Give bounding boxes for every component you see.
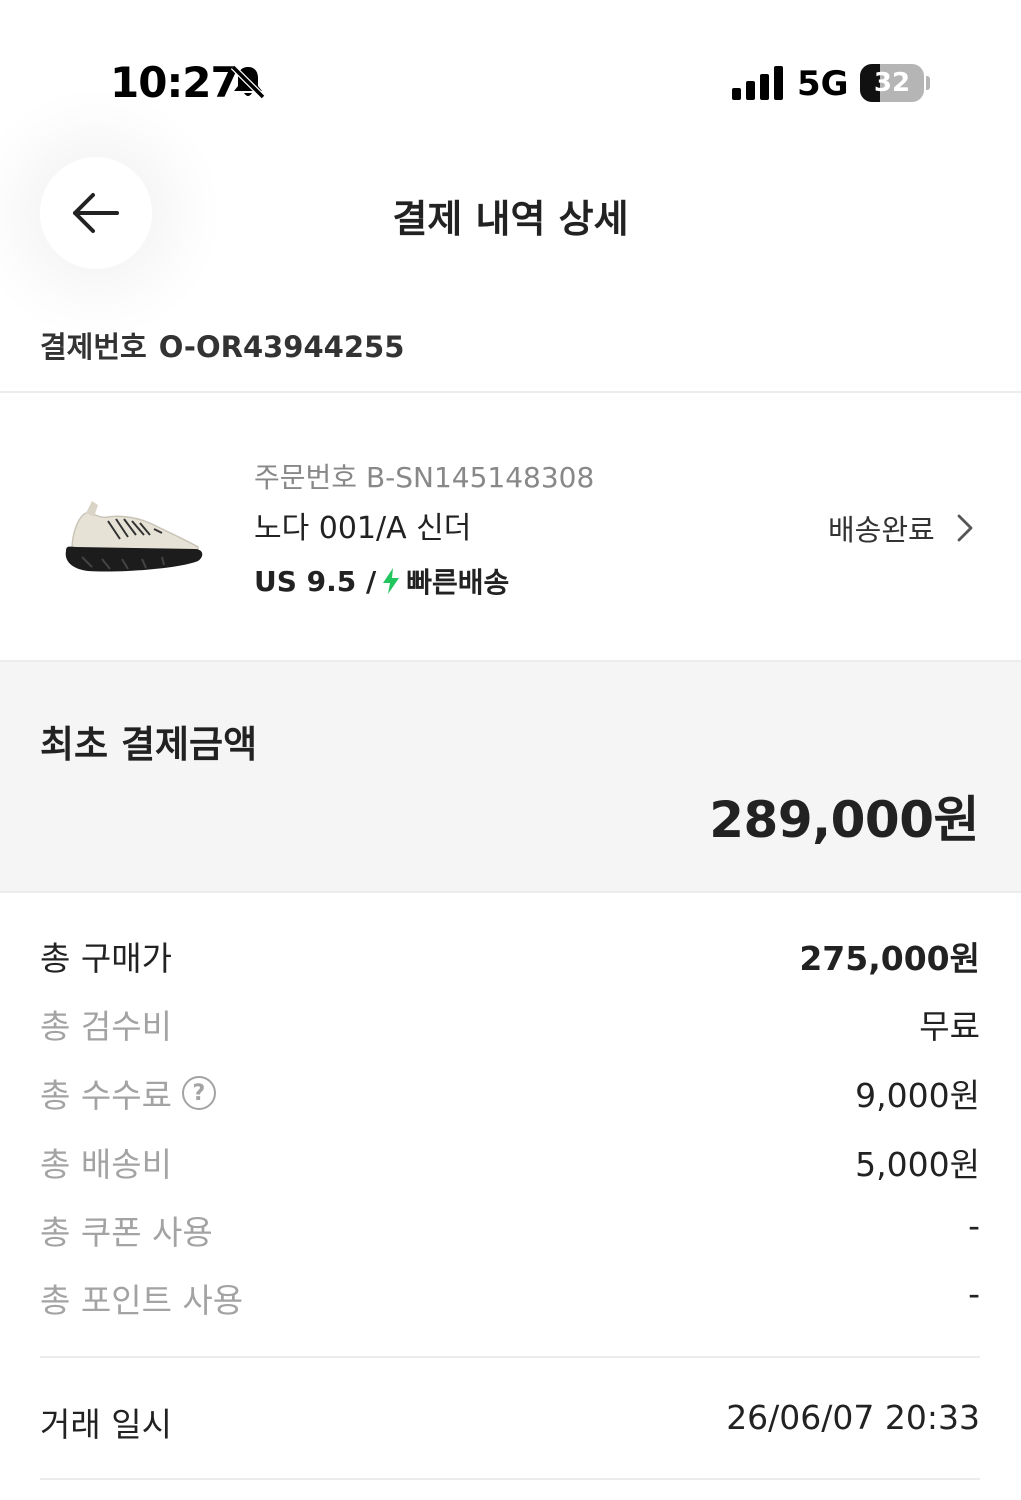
inspection-fee-row: 총 검수비 무료: [40, 1000, 980, 1050]
coupon-value: -: [968, 1206, 980, 1245]
help-icon[interactable]: ?: [181, 1076, 216, 1110]
delivery-type: 빠른배송: [406, 566, 510, 599]
product-size: US 9.5 /: [254, 564, 377, 598]
transaction-row: 거래 일시 26/06/07 20:33: [40, 1398, 980, 1448]
payment-number-label: 결제번호: [40, 330, 147, 364]
coupon-row: 총 쿠폰 사용 -: [40, 1206, 980, 1256]
commission-row: 총 수수료 ? 9,000원: [40, 1069, 980, 1119]
page-title: 결제 내역 상세: [392, 197, 629, 241]
transaction-label: 거래 일시: [40, 1405, 172, 1444]
delivery-status-link[interactable]: 배송완료: [828, 507, 977, 549]
divider: [40, 1478, 980, 1480]
bell-slash-icon: [230, 64, 266, 100]
divider: [40, 1356, 980, 1358]
commission-label: 총 수수료: [40, 1076, 172, 1115]
coupon-label: 총 쿠폰 사용: [40, 1213, 213, 1252]
commission-value: 9,000원: [855, 1076, 980, 1115]
divider: [0, 391, 1021, 393]
order-number: 주문번호 B-SN145148308: [254, 456, 594, 496]
inspection-fee-value: 무료: [919, 1007, 980, 1046]
total-payment-amount: 289,000원: [709, 791, 979, 849]
product-option: US 9.5 / 빠른배송: [254, 561, 509, 601]
purchase-price-label: 총 구매가: [40, 939, 172, 978]
delivery-status: 배송완료: [828, 513, 935, 547]
chevron-right-icon: [957, 514, 973, 542]
points-label: 총 포인트 사용: [40, 1281, 244, 1320]
inspection-fee-label: 총 검수비: [40, 1007, 172, 1046]
payment-number: 결제번호 O-OR43944255: [40, 324, 404, 366]
purchase-price-row: 총 구매가 275,000원: [40, 932, 980, 982]
battery-icon: 32: [860, 64, 930, 102]
commission-label-wrap: 총 수수료 ?: [40, 1069, 216, 1117]
network-type: 5G: [797, 64, 849, 104]
payment-number-value: O-OR43944255: [158, 330, 405, 364]
purchase-price-value: 275,000원: [799, 939, 980, 978]
shipping-fee-row: 총 배송비 5,000원: [40, 1138, 980, 1188]
order-number-value: B-SN145148308: [365, 461, 595, 494]
status-bar: 10:27 5G 32: [0, 0, 1021, 150]
product-image: [65, 501, 203, 572]
lightning-icon: [383, 568, 400, 594]
total-payment-section: 최초 결제금액 289,000원: [0, 660, 1021, 893]
order-number-label: 주문번호: [254, 461, 358, 494]
status-time: 10:27: [110, 58, 240, 107]
points-row: 총 포인트 사용 -: [40, 1274, 980, 1324]
shipping-fee-value: 5,000원: [855, 1145, 980, 1184]
product-name: 노다 001/A 신더: [254, 511, 472, 546]
battery-level: 32: [873, 68, 911, 98]
transaction-datetime: 26/06/07 20:33: [726, 1398, 980, 1437]
shipping-fee-label: 총 배송비: [40, 1145, 172, 1184]
points-value: -: [968, 1274, 980, 1313]
signal-icon: [732, 66, 783, 100]
total-payment-label: 최초 결제금액: [40, 723, 258, 766]
